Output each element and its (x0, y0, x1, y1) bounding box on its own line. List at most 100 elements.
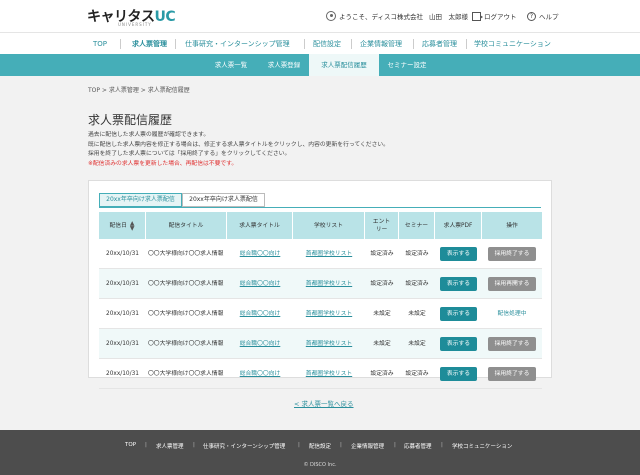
sort-icon[interactable]: ▲ ▼ (130, 220, 135, 231)
breadcrumb[interactable]: TOP > 求人票管理 > 求人票配信履歴 (88, 85, 190, 94)
nav-job-management[interactable]: 求人票管理 (132, 33, 167, 55)
cell-pdf: 表示する (435, 329, 482, 358)
header-job-title: 求人票タイトル (227, 212, 293, 239)
help-link[interactable]: ? ヘルプ (527, 11, 559, 21)
show-pdf-button[interactable]: 表示する (440, 276, 477, 291)
user-name: 山田 太郎様 (429, 13, 469, 21)
cell-action: 採用終了する (482, 359, 542, 388)
job-title-link[interactable]: 総合職〇〇向け (240, 340, 281, 348)
cell-entry: 設定済み (365, 239, 399, 268)
cell-date: 20xx/10/31 (99, 359, 146, 388)
cell-date: 20xx/10/31 (106, 310, 139, 317)
logout-link[interactable]: ログアウト (472, 11, 517, 21)
tab-year-1[interactable]: 20xx年卒向け求人票配信 (99, 193, 182, 207)
user-icon (326, 11, 336, 21)
footer-divider: | (394, 442, 396, 448)
logo-uc-text: UC (154, 9, 176, 25)
cell-date: 20xx/10/31 (106, 340, 139, 347)
nav-job-research[interactable]: 仕事研究・インターンシップ管理 (185, 33, 290, 55)
cell-date: 20xx/10/31 (99, 329, 146, 358)
action-button[interactable]: 採用終了する (488, 366, 536, 381)
cell-seminar: 設定済み (405, 280, 429, 287)
school-list-link[interactable]: 首都圏学校リスト (306, 340, 352, 348)
show-pdf-button[interactable]: 表示する (440, 246, 477, 261)
cell-seminar: 設定済み (405, 250, 429, 257)
cell-entry: 未設定 (373, 310, 391, 317)
show-pdf-button[interactable]: 表示する (440, 306, 477, 321)
show-pdf-button[interactable]: 表示する (440, 336, 477, 351)
main-nav: TOP 求人票管理 仕事研究・インターンシップ管理 配信設定 企業情報管理 応募… (0, 32, 640, 54)
user-info: ようこそ、ディスコ株式会社 山田 太郎様 (326, 11, 468, 21)
school-list-link[interactable]: 首都圏学校リスト (306, 280, 352, 288)
sub-nav: 求人票一覧 求人票登録 求人票配信履歴 セミナー設定 (0, 54, 640, 76)
cell-date: 20xx/10/31 (106, 250, 139, 257)
cell-date: 20xx/10/31 (106, 280, 139, 287)
job-title-link[interactable]: 総合職〇〇向け (240, 370, 281, 378)
help-icon: ? (527, 11, 536, 21)
cell-list: 首都圏学校リスト (293, 359, 365, 388)
footer-link-job-research[interactable]: 仕事研究・インターンシップ管理 (203, 442, 285, 450)
header-delivery-title: 配信タイトル (146, 212, 227, 239)
footer-link-top[interactable]: TOP (125, 442, 136, 448)
footer-link-job-management[interactable]: 求人票管理 (156, 442, 184, 450)
header-date: 配信日 (109, 222, 127, 229)
cell-pdf: 表示する (435, 359, 482, 388)
back-to-list-link[interactable]: < 求人票一覧へ戻る (294, 398, 354, 408)
tab-underline (99, 207, 541, 208)
cell-title: 〇〇大学様向け〇〇求人情報 (146, 359, 227, 388)
nav-applicants[interactable]: 応募者管理 (422, 33, 457, 55)
subnav-job-register[interactable]: 求人票登録 (259, 54, 309, 76)
footer-divider: | (145, 442, 147, 448)
nav-top[interactable]: TOP (93, 33, 107, 55)
cell-list: 首都圏学校リスト (293, 239, 365, 268)
action-button[interactable]: 採用再開する (488, 276, 536, 291)
header-entry: エントリー (365, 212, 399, 239)
nav-divider (120, 39, 121, 49)
logout-label: ログアウト (484, 13, 517, 21)
cell-entry: 設定済み (365, 359, 399, 388)
copyright: © DISCO Inc. (303, 462, 337, 468)
subnav-job-list[interactable]: 求人票一覧 (203, 54, 259, 76)
cell-entry: 未設定 (373, 340, 391, 347)
cell-seminar: 設定済み (399, 239, 435, 268)
cell-title: 〇〇大学様向け〇〇求人情報 (146, 269, 227, 298)
footer-link-applicants[interactable]: 応募者管理 (404, 442, 432, 450)
processing-status: 配信処理中 (497, 310, 527, 317)
warning-text: ※配信済みの求人票を更新した場合、再配信は不要です。 (88, 160, 238, 167)
cell-list: 首都圏学校リスト (293, 329, 365, 358)
job-title-link[interactable]: 総合職〇〇向け (240, 280, 281, 288)
action-button[interactable]: 採用終了する (488, 336, 536, 351)
school-list-link[interactable]: 首都圏学校リスト (306, 370, 352, 378)
action-button[interactable]: 採用終了する (488, 246, 536, 261)
footer-link-school-communication[interactable]: 学校コミュニケーション (452, 442, 512, 450)
tab-year-2[interactable]: 20xx年卒向け求人票配信 (182, 193, 265, 207)
school-list-link[interactable]: 首都圏学校リスト (306, 250, 352, 258)
cell-title: 〇〇大学様向け〇〇求人情報 (146, 329, 227, 358)
subnav-delivery-history[interactable]: 求人票配信履歴 (309, 54, 379, 76)
help-label: ヘルプ (539, 13, 559, 21)
show-pdf-button[interactable]: 表示する (440, 366, 477, 381)
description-line: 採用を終了した求人票については「採用終了する」をクリックしてください。 (88, 151, 291, 157)
nav-divider (466, 39, 467, 49)
cell-seminar: 設定済み (399, 269, 435, 298)
history-panel: 20xx年卒向け求人票配信 20xx年卒向け求人票配信 配信日 ▲ ▼ 配信タイト… (88, 180, 552, 389)
footer-link-delivery-settings[interactable]: 配信設定 (309, 442, 331, 450)
cell-pdf: 表示する (435, 269, 482, 298)
job-title-link[interactable]: 総合職〇〇向け (240, 250, 281, 258)
cell-entry: 未設定 (365, 329, 399, 358)
cell-seminar: 未設定 (399, 329, 435, 358)
nav-school-communication[interactable]: 学校コミュニケーション (474, 33, 551, 55)
school-list-link[interactable]: 首都圏学校リスト (306, 310, 352, 318)
nav-company-info[interactable]: 企業情報管理 (360, 33, 402, 55)
header: キャリタスUC UNIVERSITY ようこそ、ディスコ株式会社 山田 太郎様 … (0, 0, 640, 32)
header-date-sortable[interactable]: 配信日 ▲ ▼ (99, 212, 146, 239)
nav-delivery-settings[interactable]: 配信設定 (313, 33, 341, 55)
cell-title: 〇〇大学様向け〇〇求人情報 (148, 310, 224, 317)
nav-divider (413, 39, 414, 49)
cell-entry: 設定済み (370, 370, 394, 377)
job-title-link[interactable]: 総合職〇〇向け (240, 310, 281, 318)
table-row: 20xx/10/31 〇〇大学様向け〇〇求人情報 総合職〇〇向け 首都圏学校リスト 未設… (99, 329, 542, 359)
subnav-seminar-settings[interactable]: セミナー設定 (379, 54, 435, 76)
header-pdf: 求人票PDF (435, 212, 482, 239)
footer-link-company-info[interactable]: 企業情報管理 (351, 442, 384, 450)
